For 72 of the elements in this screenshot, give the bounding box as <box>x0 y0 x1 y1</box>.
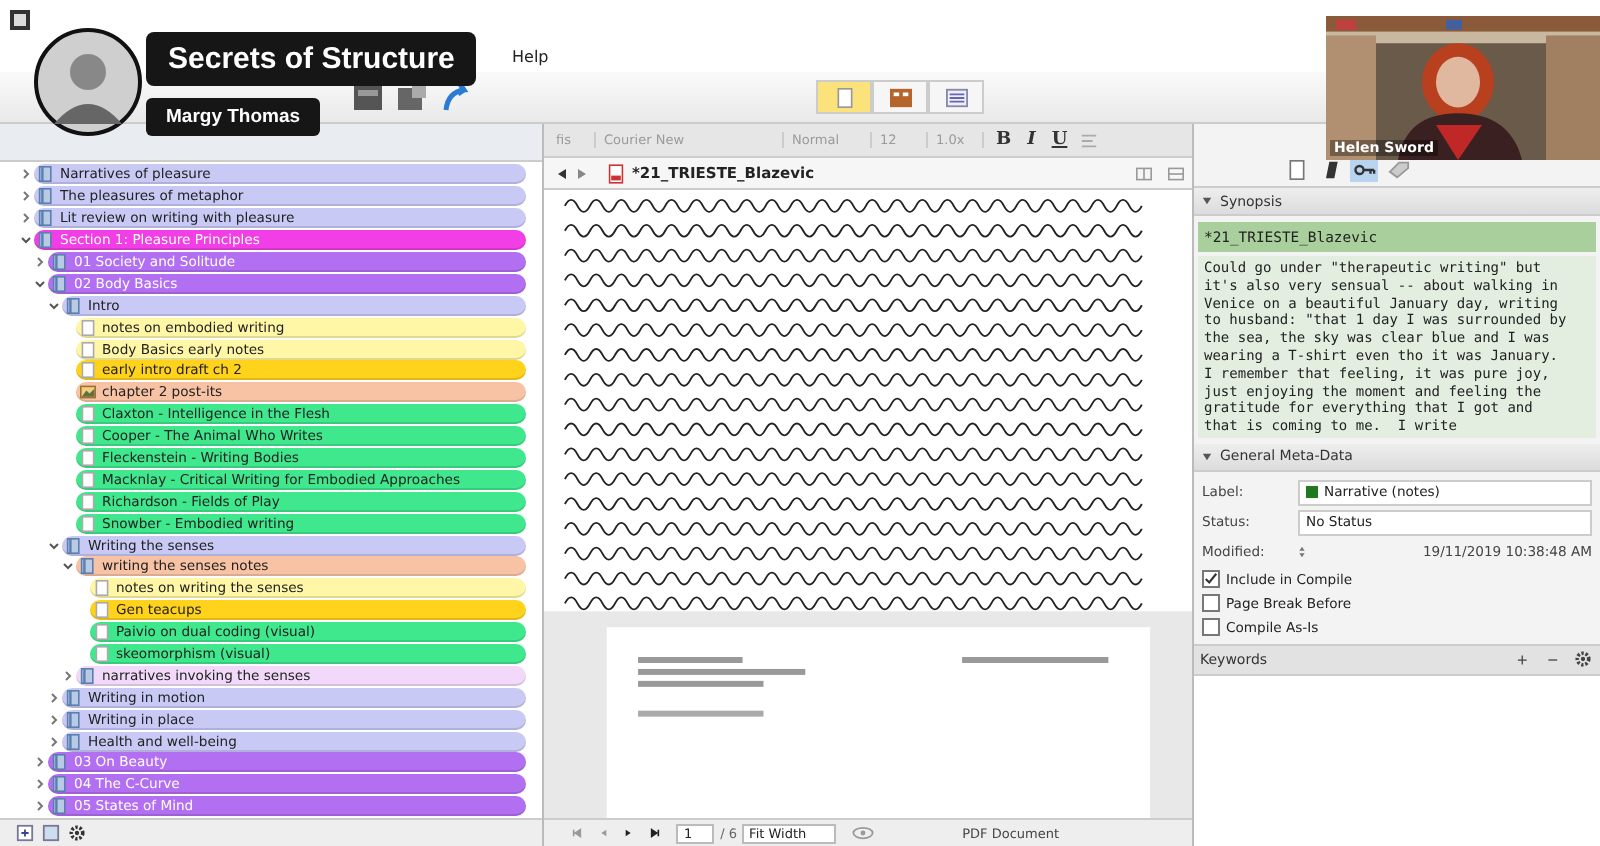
keyword-button[interactable]: − <box>1543 649 1562 670</box>
chevron-right-icon[interactable] <box>48 713 60 726</box>
folder-icon <box>52 254 68 270</box>
chevron-right-icon[interactable] <box>34 256 46 268</box>
chevron-down-icon[interactable] <box>34 277 46 290</box>
arrow-icon[interactable] <box>440 81 472 113</box>
folder-add-icon[interactable] <box>42 824 60 842</box>
folder-icon <box>66 537 82 554</box>
checkbox[interactable] <box>1202 594 1220 613</box>
checked-checkbox[interactable] <box>1202 570 1220 589</box>
toolbar-icon[interactable] <box>396 81 428 113</box>
collapse-icon[interactable] <box>1202 196 1212 206</box>
folder-icon <box>52 754 68 771</box>
folder-icon <box>52 776 68 793</box>
chevron-down-icon[interactable] <box>48 299 60 312</box>
folder-icon <box>66 711 82 728</box>
toolbar-icon[interactable] <box>352 81 384 113</box>
split-icon[interactable] <box>1168 165 1184 181</box>
document-icon <box>833 87 855 107</box>
stepper-icon[interactable] <box>1298 544 1306 561</box>
folder-icon <box>66 733 82 750</box>
chevron-down-icon[interactable] <box>62 560 74 573</box>
last-page-icon[interactable] <box>650 828 660 838</box>
folder-icon <box>38 210 54 227</box>
checkbox[interactable] <box>1202 618 1220 637</box>
chevron-right-icon[interactable] <box>34 756 46 769</box>
inspector-tab[interactable] <box>1384 158 1412 182</box>
next-page-icon[interactable] <box>624 828 634 838</box>
forward-icon[interactable] <box>576 167 588 179</box>
chevron-right-icon[interactable] <box>62 669 74 682</box>
inspector-tab[interactable] <box>1350 158 1378 182</box>
presenter-name: Margy Thomas <box>146 98 321 136</box>
view-mode-button[interactable] <box>872 80 928 114</box>
folder-icon <box>38 188 54 205</box>
outline-icon <box>945 87 967 107</box>
collapse-icon[interactable] <box>1202 451 1212 462</box>
pdf-icon <box>608 163 624 183</box>
folder-icon <box>66 297 82 314</box>
add-icon[interactable] <box>16 824 34 842</box>
chevron-right-icon[interactable] <box>48 691 60 704</box>
chevron-right-icon[interactable] <box>20 190 32 203</box>
chevron-right-icon[interactable] <box>20 212 32 225</box>
back-icon[interactable] <box>556 167 568 179</box>
notes-icon <box>1285 160 1307 180</box>
view-mode-button[interactable] <box>928 80 984 114</box>
view-mode-button[interactable] <box>816 80 872 114</box>
eye-icon[interactable] <box>852 826 875 840</box>
previous-page-icon[interactable] <box>598 828 608 838</box>
image-icon <box>80 384 96 401</box>
chevron-down-icon[interactable] <box>20 234 32 247</box>
folder-icon <box>80 558 96 575</box>
chevron-right-icon[interactable] <box>34 800 46 813</box>
key-icon <box>1353 160 1375 180</box>
folder-icon <box>38 166 54 183</box>
chevron-right-icon[interactable] <box>20 168 32 181</box>
chevron-down-icon[interactable] <box>48 539 60 552</box>
settings-icon[interactable] <box>1574 650 1592 669</box>
folder-icon <box>52 275 68 292</box>
menu-item[interactable]: Help <box>512 47 549 65</box>
corkboard-icon <box>889 87 911 107</box>
folder-icon <box>80 667 96 684</box>
chevron-right-icon[interactable] <box>34 778 46 791</box>
chevron-right-icon[interactable] <box>48 735 60 748</box>
keyword-button[interactable]: + <box>1512 649 1532 670</box>
session-title: Secrets of Structure <box>146 32 477 86</box>
first-page-icon[interactable] <box>572 828 582 838</box>
split-icon[interactable] <box>1136 165 1152 181</box>
app-icon <box>10 10 30 30</box>
settings-icon[interactable] <box>68 824 86 842</box>
folder-icon <box>52 798 68 815</box>
folder-icon <box>38 232 54 249</box>
folder-icon <box>66 689 82 706</box>
